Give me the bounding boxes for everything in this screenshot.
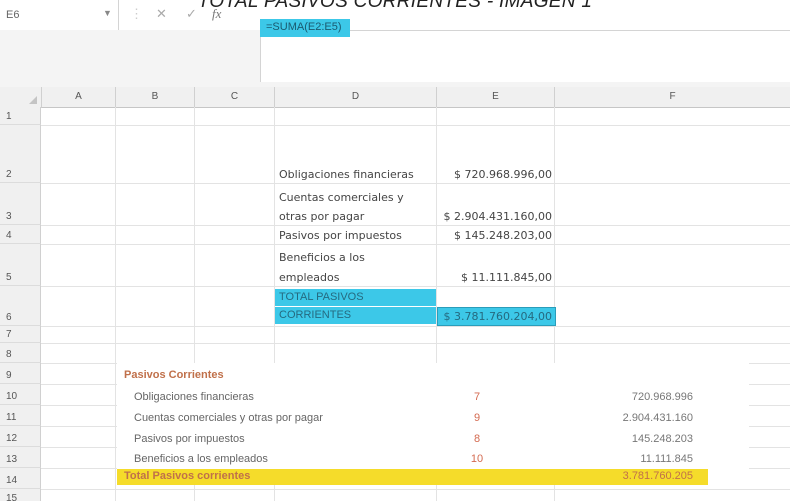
summary-row-note: 9	[473, 412, 481, 424]
cell-e2[interactable]: $ 720.968.996,00	[437, 168, 552, 181]
row-header-1[interactable]: 1	[0, 107, 41, 125]
summary-row-value: 720.968.996	[631, 391, 693, 403]
row-header-15[interactable]: 15	[0, 489, 41, 504]
grid-line	[41, 489, 790, 490]
summary-row-value: 145.248.203	[631, 433, 693, 445]
row-header-7[interactable]: 7	[0, 326, 41, 343]
formula-input-area[interactable]	[260, 30, 790, 82]
cell-d4[interactable]: Pasivos por impuestos	[279, 229, 402, 242]
cell-d3-line1[interactable]: Cuentas comerciales y	[279, 191, 404, 204]
cell-e6-selected[interactable]: $ 3.781.760.204,00	[437, 307, 556, 326]
summary-row-label: Cuentas comerciales y otras por pagar	[134, 412, 323, 424]
cell-d6-line1[interactable]: TOTAL PASIVOS	[275, 289, 436, 306]
cell-d5-line2[interactable]: empleados	[279, 271, 339, 284]
cancel-icon[interactable]: ✕	[156, 6, 167, 22]
cell-d6-line2[interactable]: CORRIENTES	[275, 307, 436, 324]
formula-text[interactable]: =SUMA(E2:E5)	[260, 19, 350, 37]
column-header-c[interactable]: C	[195, 87, 275, 108]
column-header-d[interactable]: D	[275, 87, 437, 108]
grid-line	[41, 125, 790, 126]
column-header-e[interactable]: E	[437, 87, 555, 108]
column-header-f[interactable]: F	[555, 87, 790, 108]
row-header-8[interactable]: 8	[0, 343, 41, 363]
name-box-value: E6	[6, 9, 20, 21]
summary-total-value: 3.781.760.205	[622, 470, 693, 482]
grid-line	[41, 286, 790, 287]
summary-table: Pasivos Corrientes Obligaciones financie…	[117, 363, 749, 485]
insert-function-icon[interactable]: fx	[212, 6, 221, 22]
row-header-5[interactable]: 5	[0, 244, 41, 286]
cell-e4[interactable]: $ 145.248.203,00	[437, 229, 552, 242]
row-header-4[interactable]: 4	[0, 225, 41, 244]
separator-icon: ⋮	[130, 6, 143, 21]
grid-line	[115, 107, 116, 501]
summary-row-note: 10	[470, 453, 484, 465]
name-box[interactable]: E6 ▼	[0, 0, 119, 31]
summary-row-note: 7	[473, 391, 481, 403]
enter-icon[interactable]: ✓	[186, 6, 197, 22]
grid-line	[41, 326, 790, 327]
row-header-3[interactable]: 3	[0, 183, 41, 225]
row-header-10[interactable]: 10	[0, 384, 41, 405]
cell-d2[interactable]: Obligaciones financieras	[279, 168, 414, 181]
row-header-14[interactable]: 14	[0, 468, 41, 489]
row-header-12[interactable]: 12	[0, 426, 41, 447]
row-header-13[interactable]: 13	[0, 447, 41, 468]
row-header-6[interactable]: 6	[0, 286, 41, 326]
grid-line	[41, 343, 790, 344]
chevron-down-icon[interactable]: ▼	[103, 8, 112, 18]
row-header-11[interactable]: 11	[0, 405, 41, 426]
grid-line	[41, 225, 790, 226]
cell-d5-line1[interactable]: Beneficios a los	[279, 251, 365, 264]
summary-row-label: Pasivos por impuestos	[134, 433, 245, 445]
grid-line	[41, 183, 790, 184]
summary-row-label: Beneficios a los empleados	[134, 453, 268, 465]
summary-row-label: Obligaciones financieras	[134, 391, 254, 403]
cell-d3-line2[interactable]: otras por pagar	[279, 210, 364, 223]
cell-e5[interactable]: $ 11.111.845,00	[437, 271, 552, 284]
column-header-a[interactable]: A	[42, 87, 116, 108]
cell-e3[interactable]: $ 2.904.431.160,00	[437, 210, 552, 223]
summary-row-value: 11.111.845	[640, 453, 693, 465]
row-header-2[interactable]: 2	[0, 125, 41, 183]
toolbar-background	[0, 30, 260, 82]
formula-bar: ⋮ ✕ ✓ fx	[118, 0, 790, 31]
summary-total-label: Total Pasivos corrientes	[124, 470, 251, 482]
summary-row-value: 2.904.431.160	[622, 412, 693, 424]
summary-total-row: Total Pasivos corrientes 3.781.760.205	[117, 469, 708, 485]
select-all-button[interactable]	[0, 87, 42, 108]
summary-row-note: 8	[473, 433, 481, 445]
grid-line	[41, 244, 790, 245]
row-header-9[interactable]: 9	[0, 363, 41, 384]
column-header-b[interactable]: B	[116, 87, 195, 108]
summary-title: Pasivos Corrientes	[124, 369, 224, 381]
